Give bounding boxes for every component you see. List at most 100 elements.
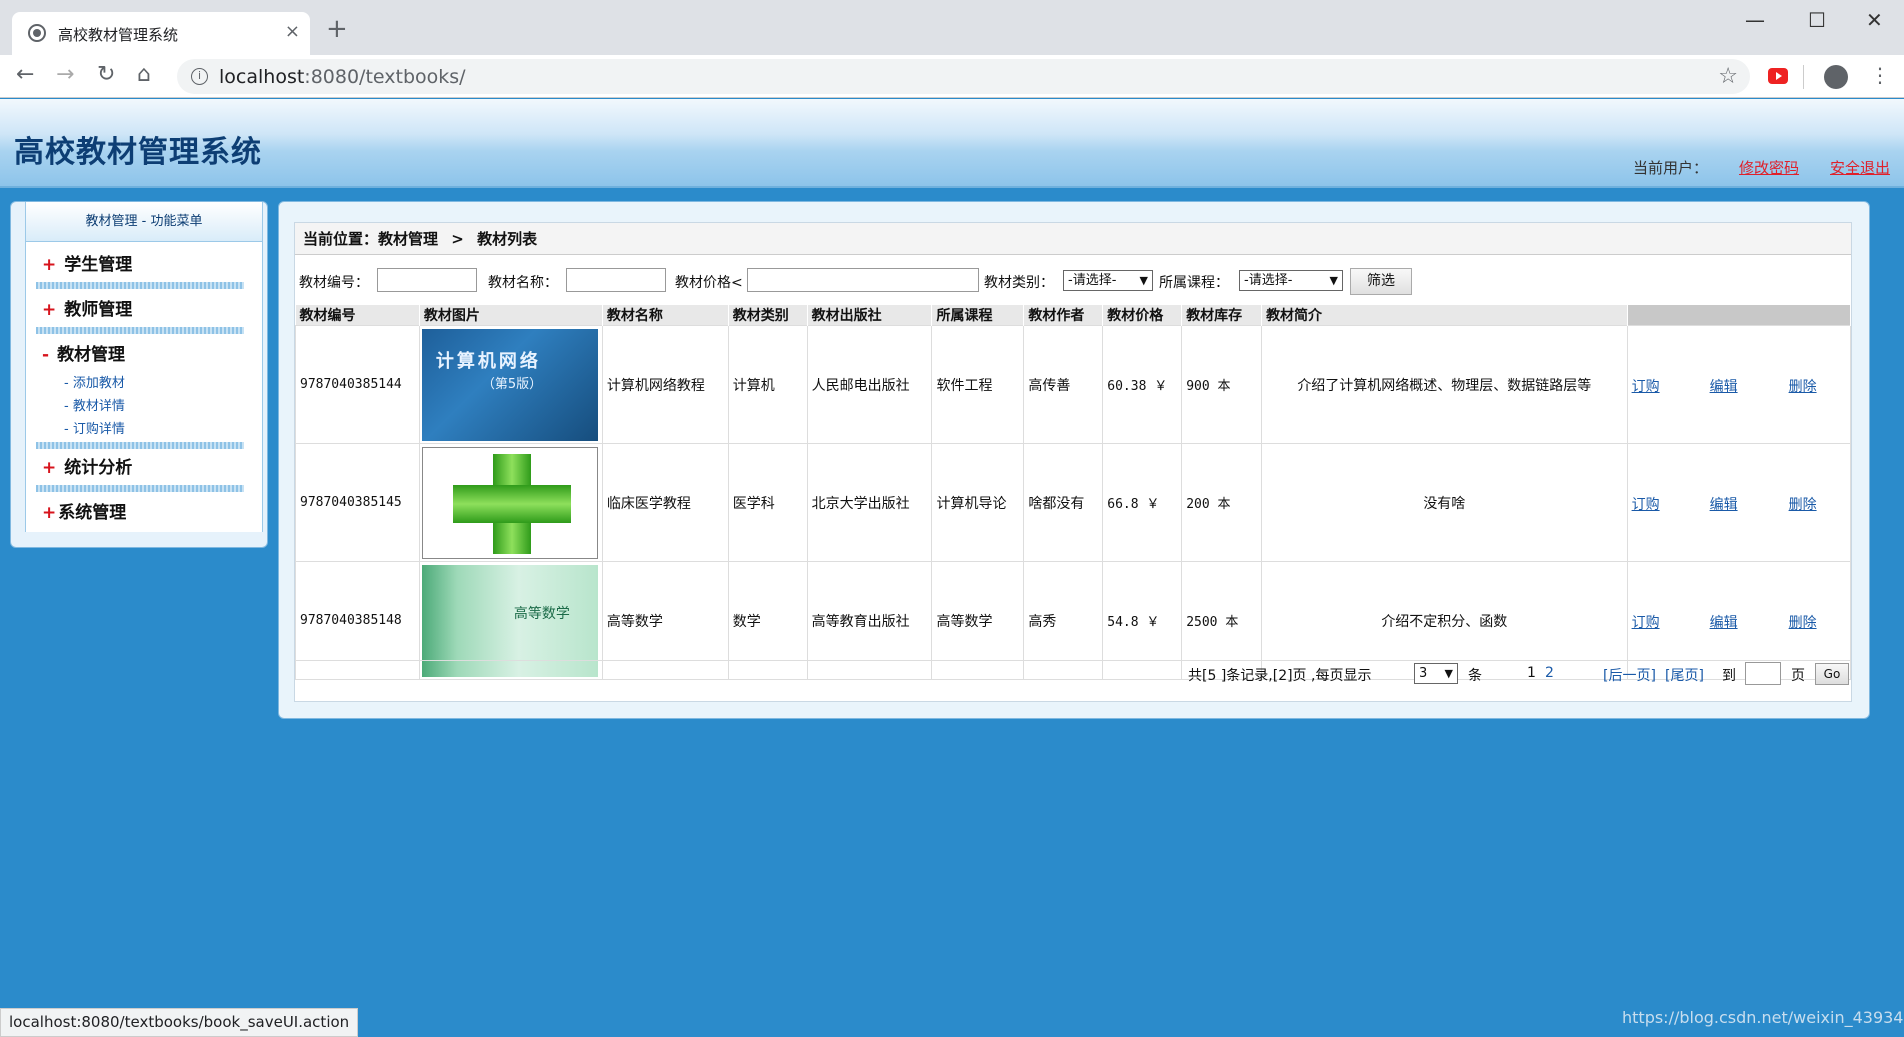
- cell-price: 60.38 ￥: [1102, 325, 1183, 444]
- change-password-link[interactable]: 修改密码: [1739, 157, 1799, 178]
- maximize-button[interactable]: ☐: [1808, 8, 1826, 32]
- cell-name: 计算机网络教程: [601, 325, 729, 444]
- page-unit-label: 页: [1791, 668, 1805, 684]
- sidebar-divider: [36, 327, 244, 334]
- price-label: 教材价格<: [675, 275, 743, 291]
- expand-icon: +: [42, 255, 57, 275]
- browser-tab[interactable]: 高校教材管理系统 ×: [12, 12, 310, 55]
- next-page-link[interactable]: [后一页]: [1603, 665, 1656, 685]
- per-page-unit: 条: [1468, 668, 1482, 684]
- price-input[interactable]: [747, 268, 979, 292]
- browser-tab-bar: 高校教材管理系统 × + — ☐ ✕: [0, 0, 1904, 55]
- reload-icon[interactable]: ↻: [97, 64, 115, 86]
- name-input[interactable]: [566, 268, 666, 292]
- sidebar-subitem-order-details[interactable]: - 订购详情: [64, 418, 125, 437]
- sidebar-heading: 教材管理 - 功能菜单: [26, 202, 262, 242]
- course-select[interactable]: -请选择- ▼: [1239, 270, 1343, 291]
- status-bar-url: localhost:8080/textbooks/book_saveUI.act…: [0, 1008, 359, 1037]
- bookmark-star-icon[interactable]: ☆: [1718, 64, 1738, 89]
- address-bar[interactable]: i localhost:8080/textbooks/ ☆: [177, 59, 1750, 94]
- sidebar-item-label: 统计分析: [64, 458, 133, 478]
- home-icon[interactable]: ⌂: [137, 64, 151, 86]
- course-label: 所属课程：: [1159, 275, 1229, 291]
- table-row: 9787040385145 临床医学教程 医学科 北京大学出版社 计算机导论 啥…: [295, 443, 1852, 562]
- cell-category: 医学科: [727, 443, 808, 562]
- filter-button[interactable]: 筛选: [1350, 268, 1412, 295]
- cell-course: 计算机导论: [931, 443, 1025, 562]
- column-header: 教材简介: [1261, 305, 1628, 326]
- cell-actions: 订购 编辑 删除: [1626, 325, 1852, 444]
- pagination: 共[5 ]条记录,[2]页 ,每页显示 3 ▼ 条 1 2 [后一页] [尾页] …: [295, 660, 1851, 686]
- main-panel: 当前位置：教材管理 > 教材列表 教材编号： 教材名称： 教材价格< 教材类别：…: [278, 201, 1870, 719]
- column-header: 教材作者: [1023, 305, 1104, 326]
- current-user-label: 当前用户：: [1633, 159, 1709, 177]
- last-page-link[interactable]: [尾页]: [1665, 665, 1704, 685]
- breadcrumb-level1: 教材管理: [378, 230, 439, 248]
- sidebar-divider: [36, 442, 244, 449]
- cell-code: 9787040385145: [295, 443, 420, 562]
- edit-link[interactable]: 编辑: [1710, 376, 1738, 396]
- browser-toolbar: ← → ↻ ⌂ i localhost:8080/textbooks/ ☆ ⋮: [0, 55, 1904, 98]
- cell-price: 66.8 ￥: [1102, 443, 1183, 562]
- account-icon[interactable]: [1824, 65, 1848, 89]
- actions-header: [1627, 305, 1852, 326]
- sidebar-item-label: 教师管理: [64, 300, 133, 320]
- tab-title: 高校教材管理系统: [58, 26, 179, 44]
- breadcrumb-label: 当前位置：: [303, 230, 379, 248]
- sidebar-item-statistics[interactable]: + 统计分析: [42, 453, 132, 478]
- category-select[interactable]: -请选择- ▼: [1063, 270, 1153, 291]
- cover-edition: （第5版）: [481, 376, 543, 392]
- order-link[interactable]: 订购: [1632, 612, 1660, 632]
- back-icon[interactable]: ←: [16, 64, 34, 86]
- cell-stock: 200 本: [1181, 443, 1263, 562]
- column-header: 教材价格: [1102, 305, 1183, 326]
- go-button[interactable]: Go: [1815, 663, 1849, 685]
- url-host: localhost: [219, 66, 305, 88]
- column-header: 教材名称: [602, 305, 729, 326]
- sidebar-item-students[interactable]: + 学生管理: [42, 250, 132, 275]
- goto-page-input[interactable]: [1745, 662, 1781, 685]
- order-link[interactable]: 订购: [1632, 494, 1660, 514]
- dropdown-arrow-icon: ▼: [1139, 274, 1148, 287]
- tab-close-icon[interactable]: ×: [285, 21, 300, 42]
- new-tab-button[interactable]: +: [326, 16, 348, 42]
- forward-icon[interactable]: →: [56, 64, 74, 86]
- expand-icon: +: [42, 300, 57, 320]
- sidebar-subitem-add-textbook[interactable]: - 添加教材: [64, 372, 125, 391]
- content-area: 当前位置：教材管理 > 教材列表 教材编号： 教材名称： 教材价格< 教材类别：…: [294, 222, 1852, 702]
- delete-link[interactable]: 删除: [1789, 612, 1817, 632]
- breadcrumb-separator: >: [451, 230, 464, 248]
- minimize-button[interactable]: —: [1745, 8, 1765, 32]
- edit-link[interactable]: 编辑: [1710, 612, 1738, 632]
- textbook-table: 教材编号 教材图片 教材名称 教材类别 教材出版社 所属课程 教材作者 教材价格…: [295, 305, 1852, 680]
- cell-intro: 介绍了计算机网络概述、物理层、数据链路层等: [1261, 325, 1628, 444]
- order-link[interactable]: 订购: [1632, 376, 1660, 396]
- cell-publisher: 北京大学出版社: [806, 443, 933, 562]
- browser-menu-icon[interactable]: ⋮: [1870, 63, 1890, 87]
- delete-link[interactable]: 删除: [1789, 494, 1817, 514]
- info-icon[interactable]: i: [191, 68, 208, 85]
- book-cover-image: [421, 446, 598, 559]
- page-2-link[interactable]: 2: [1545, 665, 1554, 681]
- plus-icon-horizontal: [452, 484, 571, 523]
- cell-publisher: 人民邮电出版社: [806, 325, 933, 444]
- youtube-extension-icon[interactable]: [1768, 68, 1788, 84]
- goto-label: 到: [1722, 668, 1736, 684]
- sidebar-panel: 教材管理 - 功能菜单 + 学生管理 + 教师管理 - 教材管理 - 添加教材 - 教…: [25, 202, 263, 532]
- delete-link[interactable]: 删除: [1789, 376, 1817, 396]
- cell-name: 临床医学教程: [601, 443, 729, 562]
- per-page-select[interactable]: 3 ▼: [1414, 663, 1458, 684]
- cell-author: 高传善: [1023, 325, 1104, 444]
- edit-link[interactable]: 编辑: [1710, 494, 1738, 514]
- sidebar-item-system[interactable]: + 系统管理: [42, 498, 126, 523]
- sidebar-subitem-textbook-details[interactable]: - 教材详情: [64, 395, 125, 414]
- code-input[interactable]: [377, 268, 477, 292]
- close-window-button[interactable]: ✕: [1866, 8, 1883, 32]
- expand-icon: +: [42, 503, 57, 523]
- column-header: 教材类别: [728, 305, 808, 326]
- sidebar-item-teachers[interactable]: + 教师管理: [42, 295, 132, 320]
- logout-link[interactable]: 安全退出: [1830, 157, 1890, 178]
- sidebar-item-textbooks[interactable]: - 教材管理: [42, 340, 125, 365]
- sidebar-divider: [36, 282, 244, 289]
- book-cover-image: 计算机网络 （第5版）: [421, 328, 598, 441]
